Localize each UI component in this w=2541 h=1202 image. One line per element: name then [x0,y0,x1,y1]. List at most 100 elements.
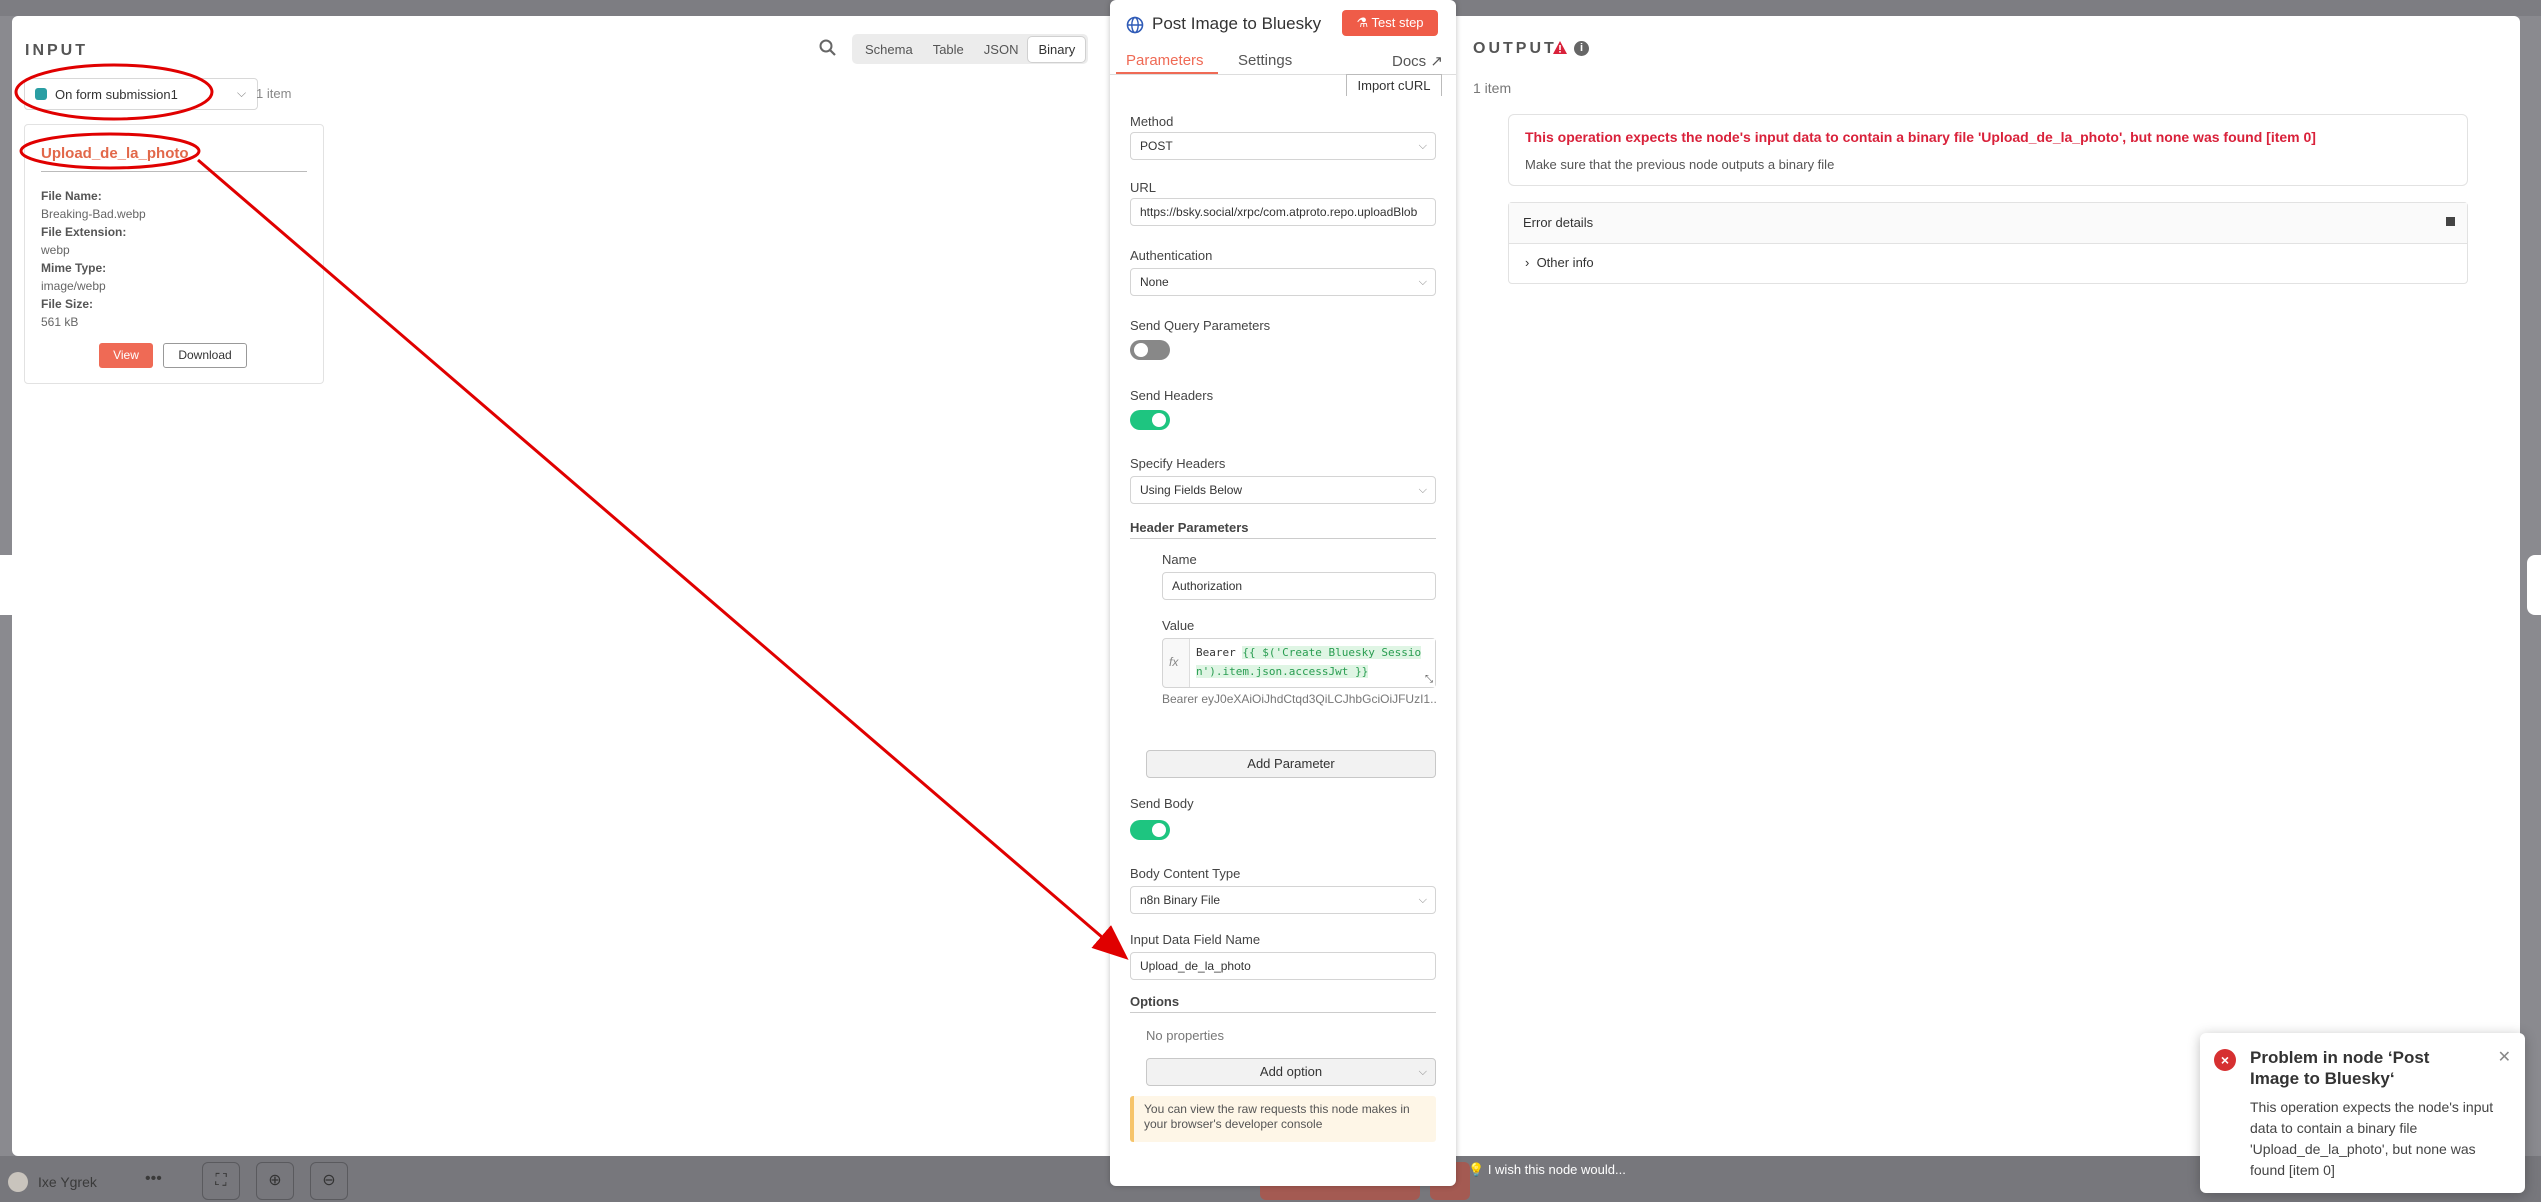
developer-console-notice: You can view the raw requests this node … [1130,1096,1436,1142]
view-button[interactable]: View [99,343,153,368]
zoom-in-icon[interactable]: ⊕ [256,1162,294,1200]
input-node-select-label: On form submission1 [55,87,178,102]
import-curl-button[interactable]: Import cURL [1346,74,1442,96]
copy-icon[interactable] [2446,217,2455,226]
input-item-count: 1 item [256,86,292,101]
method-label: Method [1130,114,1174,129]
url-input[interactable]: https://bsky.social/xrpc/com.atproto.rep… [1130,198,1436,226]
toast-title: Problem in node ‘Post Image to Bluesky‘ [2250,1048,2430,1088]
file-extension-label: File Extension: [41,225,127,239]
tab-parameters[interactable]: Parameters [1126,52,1204,69]
external-link-icon: ↗ [1430,53,1443,70]
file-size-value: 561 kB [41,315,79,329]
error-details-label: Error details [1523,215,1594,230]
specify-headers-label: Specify Headers [1130,456,1226,471]
tab-schema[interactable]: Schema [855,37,923,62]
binary-data-card: Upload_de_la_photo File Name: Breaking-B… [24,124,324,384]
expand-icon[interactable]: ⤡ [1425,674,1433,685]
chevron-right-icon: › [1525,255,1537,270]
chevron-down-icon: ⌵ [1418,1066,1427,1078]
send-headers-label: Send Headers [1130,388,1214,403]
tab-json[interactable]: JSON [974,37,1029,62]
error-message-box: This operation expects the node's input … [1508,114,2468,186]
send-body-label: Send Body [1130,796,1194,811]
toggle-knob [1152,823,1166,837]
add-parameter-button[interactable]: Add Parameter [1146,750,1436,778]
search-icon[interactable] [818,38,838,58]
download-button[interactable]: Download [163,343,247,368]
binary-property-name: Upload_de_la_photo [41,145,189,162]
other-info-label: Other info [1536,255,1594,270]
method-select[interactable]: POST ⌵ [1130,132,1436,160]
send-body-toggle[interactable] [1130,820,1170,840]
test-step-button[interactable]: ⚗ Test step [1342,10,1438,36]
flask-icon: ⚗ [1356,15,1372,30]
chevron-down-icon: ⌵ [237,86,247,100]
file-name-label: File Name: [41,189,102,203]
body-content-type-select[interactable]: n8n Binary File ⌵ [1130,886,1436,914]
node-parameters-panel: Post Image to Bluesky ⚗ Test step Parame… [1110,0,1456,1186]
other-info-toggle[interactable]: › Other info [1525,255,1594,270]
warning-icon [1553,41,1567,54]
globe-icon [1126,16,1144,34]
user-avatar[interactable] [8,1172,28,1192]
error-description: Make sure that the previous node outputs… [1525,157,1835,172]
toast-body: This operation expects the node's input … [2250,1099,2494,1178]
tab-binary[interactable]: Binary [1028,36,1086,62]
expression-prefix: Bearer [1196,646,1243,659]
toggle-knob [1152,413,1166,427]
user-name: Ixe Ygrek [38,1174,97,1190]
chevron-down-icon: ⌵ [1418,484,1427,496]
fit-view-icon[interactable]: ⛶ [202,1162,240,1200]
send-headers-toggle[interactable] [1130,410,1170,430]
error-details-header: Error details [1509,203,2467,244]
input-panel-title: INPUT [25,42,88,59]
header-name-input[interactable]: Authorization [1162,572,1436,600]
file-size-label: File Size: [41,297,94,311]
send-query-label: Send Query Parameters [1130,318,1271,333]
file-extension-value: webp [41,243,70,257]
parameters-form: Import cURL Method POST ⌵ URL https://bsk… [1110,74,1456,1186]
send-query-toggle[interactable] [1130,340,1170,360]
header-name-label: Name [1162,552,1197,567]
info-icon[interactable]: i [1574,41,1589,56]
header-value-expression[interactable]: fx Bearer {{ $('Create Bluesky Sessio n'… [1162,638,1436,688]
expression-code: n').item.json.accessJwt }} [1196,665,1369,678]
zoom-out-icon[interactable]: ⊖ [310,1162,348,1200]
more-icon[interactable]: ••• [145,1170,162,1188]
header-parameters-heading: Header Parameters [1130,520,1249,535]
input-node-select[interactable]: On form submission1 ⌵ [24,78,258,110]
tab-settings[interactable]: Settings [1238,52,1292,69]
expression-icon: fx [1169,655,1179,669]
tab-table[interactable]: Table [923,37,974,62]
divider [1130,1012,1436,1013]
error-toast: × Problem in node ‘Post Image to Bluesky… [2200,1033,2525,1193]
chevron-down-icon: ⌵ [1418,894,1427,906]
docs-link[interactable]: Docs ↗ [1392,52,1443,70]
authentication-label: Authentication [1130,248,1213,263]
canvas-right-handle[interactable] [2527,555,2541,615]
specify-headers-select[interactable]: Using Fields Below ⌵ [1130,476,1436,504]
authentication-select[interactable]: None ⌵ [1130,268,1436,296]
add-option-select[interactable]: Add option ⌵ [1146,1058,1436,1086]
canvas-left-handle [0,555,12,615]
display-mode-tabs: Schema Table JSON Binary [852,34,1089,64]
output-item-count: 1 item [1473,80,1512,96]
close-icon[interactable]: ✕ [2498,1047,2511,1067]
node-title[interactable]: Post Image to Bluesky [1152,14,1321,34]
chevron-down-icon: ⌵ [1418,140,1427,152]
binary-metadata: File Name: Breaking-Bad.webp File Extens… [41,187,146,331]
lightbulb-icon: 💡 [1468,1162,1488,1177]
body-content-type-label: Body Content Type [1130,866,1241,881]
divider [1130,538,1436,539]
error-details-panel: Error details › Other info [1508,202,2468,284]
no-properties-text: No properties [1146,1028,1225,1043]
expression-code: {{ $('Create Bluesky Sessio [1242,646,1422,659]
feedback-hint[interactable]: 💡 I wish this node would... [1468,1162,1626,1178]
input-data-field-input[interactable]: Upload_de_la_photo [1130,952,1436,980]
header-value-label: Value [1162,618,1195,633]
mime-type-value: image/webp [41,279,106,293]
chevron-down-icon: ⌵ [1418,276,1427,288]
output-panel-title: OUTPUT [1473,40,1557,57]
expression-editor[interactable]: Bearer {{ $('Create Bluesky Sessio n').i… [1189,639,1435,687]
